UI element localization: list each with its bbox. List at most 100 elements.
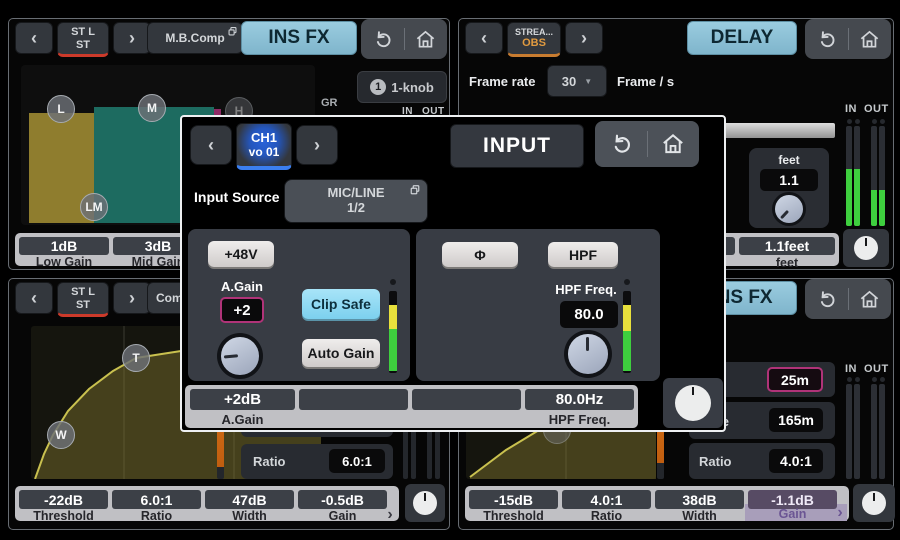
- one-knob-badge[interactable]: 1 1-knob: [357, 71, 447, 103]
- channel-name-line1: ST L: [71, 286, 95, 299]
- attack-value-box[interactable]: 25m: [767, 367, 823, 392]
- param-cell-width[interactable]: 38dB: [655, 490, 744, 509]
- hpf-freq-value-box[interactable]: 80.0: [560, 301, 618, 328]
- undo-icon[interactable]: [371, 28, 394, 51]
- knob-icon: [413, 491, 437, 515]
- hpf-freq-knob[interactable]: [564, 330, 612, 378]
- home-icon[interactable]: [858, 28, 881, 51]
- param-label-ratio: Ratio: [112, 509, 201, 523]
- prev-channel-button[interactable]: ‹: [190, 125, 232, 165]
- param-cell-ratio[interactable]: 4.0:1: [562, 490, 651, 509]
- param-cell-feet[interactable]: 1.1feet: [739, 237, 835, 255]
- home-icon[interactable]: [858, 288, 881, 311]
- prev-channel-button[interactable]: ‹: [15, 22, 53, 54]
- next-channel-button[interactable]: ›: [565, 22, 603, 54]
- undo-icon[interactable]: [608, 131, 634, 157]
- mid-band-handle[interactable]: M: [138, 94, 166, 122]
- param-cell-hpf[interactable]: 80.0Hz: [525, 389, 634, 410]
- knob-icon: [675, 385, 711, 421]
- auto-gain-button[interactable]: Auto Gain: [302, 339, 380, 367]
- more-params-icon[interactable]: ›: [833, 504, 847, 522]
- touch-knob-box[interactable]: [853, 484, 895, 522]
- param-label-again: A.Gain: [190, 412, 295, 427]
- param-cell-gain[interactable]: -0.5dB: [298, 490, 387, 509]
- release-value-box[interactable]: 165m: [769, 408, 823, 432]
- ratio-value-box[interactable]: 6.0:1: [329, 449, 385, 473]
- threshold-handle[interactable]: T: [122, 344, 150, 372]
- preset-button[interactable]: M.B.Comp: [147, 22, 243, 54]
- divider: [848, 28, 849, 50]
- channel-select-button[interactable]: CH1 vo 01: [236, 123, 292, 170]
- in-meter-label: IN: [845, 103, 857, 115]
- low-band-handle[interactable]: L: [47, 95, 75, 123]
- phase-button[interactable]: Φ: [442, 242, 518, 267]
- next-channel-button[interactable]: ›: [296, 125, 338, 165]
- next-channel-button[interactable]: ›: [113, 22, 151, 54]
- delay-knob[interactable]: [772, 192, 806, 226]
- param-label-hpf: HPF Freq.: [525, 412, 634, 427]
- channel-select-button[interactable]: ST L ST: [57, 22, 109, 57]
- param-cell-3[interactable]: [412, 389, 521, 410]
- in-clip-dot: [847, 119, 852, 124]
- channel-select-button[interactable]: ST L ST: [57, 282, 109, 317]
- out-meter-l: [871, 384, 877, 479]
- param-cell-width[interactable]: 47dB: [205, 490, 294, 509]
- chevron-right-icon: ›: [129, 29, 135, 47]
- more-params-icon[interactable]: ›: [383, 506, 397, 524]
- ratio-row-label: Ratio: [699, 454, 732, 469]
- knob-icon: [862, 491, 886, 515]
- frame-rate-label: Frame rate: [469, 74, 535, 89]
- page-title-delay[interactable]: DELAY: [687, 21, 797, 55]
- width-handle[interactable]: W: [47, 421, 75, 449]
- param-label-gain: Gain: [748, 507, 837, 521]
- hpf-button[interactable]: HPF: [548, 242, 618, 267]
- frame-rate-dropdown[interactable]: 30 ▼: [547, 65, 607, 97]
- param-label-width: Width: [655, 509, 744, 523]
- param-cell-threshold[interactable]: -22dB: [19, 490, 108, 509]
- channel-select-button[interactable]: STREA... OBS: [507, 22, 561, 57]
- touch-knob-box[interactable]: [663, 378, 723, 428]
- param-cell-again[interactable]: +2dB: [190, 389, 295, 410]
- undo-icon[interactable]: [815, 288, 838, 311]
- in-meter-l: [846, 384, 852, 479]
- param-cell-lowgain[interactable]: 1dB: [19, 237, 109, 255]
- in-meter-label: IN: [845, 363, 857, 375]
- out-meter-r: [879, 384, 885, 479]
- param-label-ratio: Ratio: [562, 509, 651, 523]
- param-cell-threshold[interactable]: -15dB: [469, 490, 558, 509]
- phantom-48v-button[interactable]: +48V: [208, 241, 274, 267]
- clip-safe-button[interactable]: Clip Safe: [302, 289, 380, 319]
- lowmid-crossover-handle[interactable]: LM: [80, 193, 108, 221]
- input-source-line2: 1/2: [347, 201, 365, 216]
- out-clip-dot: [872, 119, 877, 124]
- out-meter-label: OUT: [864, 363, 889, 375]
- chevron-left-icon: ‹: [31, 29, 37, 47]
- clip-dot: [624, 279, 630, 285]
- param-cell-ratio[interactable]: 6.0:1: [112, 490, 201, 509]
- out-meter-l: [871, 126, 877, 226]
- out-meter-r: [879, 126, 885, 226]
- mixer-screen: ‹ ST L ST › M.B.Comp INS FX L M H LM GR: [0, 0, 900, 540]
- feet-label: feet: [749, 153, 829, 167]
- one-knob-number-icon: 1: [370, 79, 386, 95]
- home-icon[interactable]: [660, 131, 686, 157]
- touch-knob-box[interactable]: [843, 229, 889, 267]
- home-icon[interactable]: [414, 28, 437, 51]
- chevron-left-icon: ‹: [208, 136, 214, 154]
- again-knob[interactable]: [217, 333, 263, 379]
- ratio-value-box[interactable]: 4.0:1: [769, 449, 823, 473]
- param-cell-2[interactable]: [299, 389, 408, 410]
- copy-icon: [227, 26, 238, 37]
- prev-channel-button[interactable]: ‹: [465, 22, 503, 54]
- feet-value-box[interactable]: 1.1: [760, 169, 818, 191]
- input-source-button[interactable]: MIC/LINE 1/2: [284, 179, 428, 223]
- touch-knob-box[interactable]: [405, 484, 445, 522]
- page-title-label: INS FX: [268, 27, 329, 49]
- undo-icon[interactable]: [815, 28, 838, 51]
- prev-channel-button[interactable]: ‹: [15, 282, 53, 314]
- next-channel-button[interactable]: ›: [113, 282, 151, 314]
- again-value-box[interactable]: +2: [220, 297, 264, 323]
- input-source-line1: MIC/LINE: [327, 186, 384, 201]
- page-title-insfx[interactable]: INS FX: [241, 21, 357, 55]
- ratio-row: Ratio 6.0:1: [241, 444, 393, 479]
